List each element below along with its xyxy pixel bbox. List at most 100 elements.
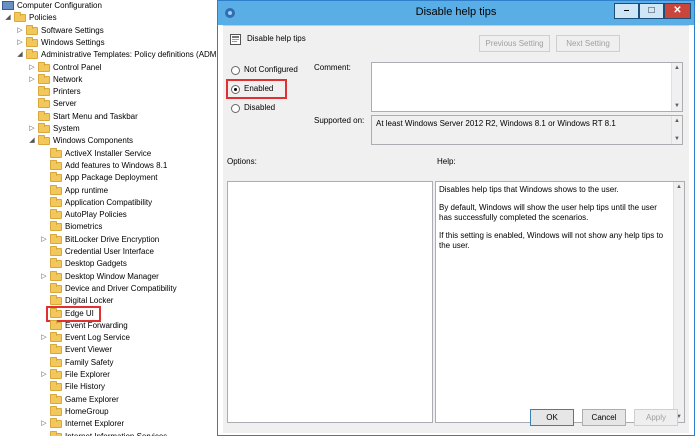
folder-icon <box>50 270 62 281</box>
comment-scrollbar[interactable]: ▲ ▼ <box>671 63 682 111</box>
tree-item-label: Windows Components <box>53 136 134 146</box>
tree-item-label: BitLocker Drive Encryption <box>65 234 160 244</box>
collapsed-arrow-icon[interactable]: ▷ <box>28 62 36 74</box>
tree-item-label: ActiveX Installer Service <box>65 148 152 158</box>
folder-icon <box>50 147 62 158</box>
options-panel <box>227 181 433 423</box>
tree-item-label: Administrative Templates: Policy definit… <box>41 50 217 60</box>
tree-item-label: Device and Driver Compatibility <box>65 283 177 293</box>
tree-item-label: Event Viewer <box>65 345 112 355</box>
apply-button[interactable]: Apply <box>634 409 678 426</box>
collapsed-arrow-icon[interactable]: ▷ <box>40 418 48 430</box>
folder-icon <box>50 159 62 170</box>
tree-item-label: AutoPlay Policies <box>65 210 127 220</box>
cancel-button[interactable]: Cancel <box>582 409 626 426</box>
folder-icon <box>50 405 62 416</box>
collapsed-arrow-icon[interactable]: ▷ <box>16 37 24 49</box>
collapsed-arrow-icon[interactable]: ▷ <box>40 332 48 344</box>
tree-item-label: Printers <box>53 87 81 97</box>
policy-setting-icon <box>230 34 241 45</box>
supported-on-box: At least Windows Server 2012 R2, Windows… <box>371 115 683 145</box>
policy-dialog: Disable help tips – □ ✕ Disable help tip… <box>217 0 695 436</box>
folder-icon <box>50 369 62 379</box>
scroll-down-icon[interactable]: ▼ <box>672 101 682 111</box>
expanded-arrow-icon[interactable]: ◢ <box>28 135 36 147</box>
tree-item-label: System <box>53 124 80 133</box>
tree-item-label: Start Menu and Taskbar <box>53 111 138 121</box>
expanded-arrow-icon[interactable]: ◢ <box>4 12 12 24</box>
tree-item-label: Family Safety <box>65 357 114 367</box>
tree-item-label: Game Explorer <box>65 394 119 404</box>
collapsed-arrow-icon[interactable]: ▷ <box>28 74 36 86</box>
help-scrollbar[interactable]: ▲ ▼ <box>673 182 684 422</box>
scroll-up-icon[interactable]: ▲ <box>672 63 682 73</box>
folder-icon <box>50 418 62 429</box>
not-configured-radio[interactable] <box>231 66 240 75</box>
folder-icon <box>50 381 62 392</box>
scroll-up-icon[interactable]: ▲ <box>672 116 682 126</box>
folder-icon <box>38 98 50 109</box>
tree-item-label: Biometrics <box>65 222 103 232</box>
tree-item-label: Desktop Window Manager <box>65 271 159 281</box>
comment-input[interactable]: ▲ ▼ <box>371 62 683 112</box>
help-text: Disables help tips that Windows shows to… <box>439 185 669 259</box>
disabled-radio[interactable] <box>231 104 240 113</box>
tree-item-label: Server <box>53 99 77 109</box>
folder-icon <box>50 295 62 306</box>
folder-icon <box>38 123 50 133</box>
tree-item-label: Network <box>53 74 83 84</box>
folder-icon <box>50 246 62 256</box>
title-bar[interactable]: Disable help tips – □ ✕ <box>218 1 694 25</box>
computer-icon <box>2 1 14 10</box>
supported-scrollbar[interactable]: ▲ ▼ <box>671 116 682 144</box>
collapsed-arrow-icon[interactable]: ▷ <box>40 369 48 381</box>
collapsed-arrow-icon[interactable]: ▷ <box>40 234 48 246</box>
ok-button[interactable]: OK <box>530 409 574 426</box>
tree-item-label: Windows Settings <box>41 37 105 47</box>
tree-item-label: File Explorer <box>65 370 110 379</box>
next-setting-button[interactable]: Next Setting <box>556 35 620 52</box>
folder-icon <box>50 356 62 367</box>
tree-item-label: Event Log Service <box>65 333 130 343</box>
tree-item-label: HomeGroup <box>65 406 109 416</box>
collapsed-arrow-icon[interactable]: ▷ <box>40 271 48 283</box>
folder-icon <box>26 49 38 60</box>
tree-item-label: File History <box>65 382 106 392</box>
tree-item-label: Application Compatibility <box>65 197 153 207</box>
previous-setting-button[interactable]: Previous Setting <box>479 35 550 52</box>
help-panel: Disables help tips that Windows shows to… <box>435 181 685 423</box>
folder-icon <box>50 221 62 232</box>
collapsed-arrow-icon[interactable]: ▷ <box>16 25 24 37</box>
minimize-button[interactable]: – <box>614 3 639 19</box>
maximize-button[interactable]: □ <box>639 3 664 19</box>
collapsed-arrow-icon[interactable]: ▷ <box>28 123 36 135</box>
scroll-up-icon[interactable]: ▲ <box>674 182 684 192</box>
folder-icon <box>26 36 38 47</box>
help-paragraph: Disables help tips that Windows shows to… <box>439 185 619 194</box>
tree-item-label: Policies <box>29 13 57 23</box>
folder-icon <box>14 12 26 23</box>
enabled-label: Enabled <box>244 84 274 93</box>
close-button[interactable]: ✕ <box>664 3 691 19</box>
help-paragraph: By default, Windows will show the user h… <box>439 203 657 222</box>
tree-item-label: App Package Deployment <box>65 173 158 183</box>
folder-icon <box>38 86 50 97</box>
folder-icon <box>50 332 62 343</box>
tree-item-label: Desktop Gadgets <box>65 259 127 269</box>
scroll-down-icon[interactable]: ▼ <box>672 134 682 144</box>
folder-icon <box>50 258 62 269</box>
folder-icon <box>38 110 50 121</box>
tree-item-label: Add features to Windows 8.1 <box>65 160 168 170</box>
folder-icon <box>38 73 50 84</box>
enabled-radio[interactable] <box>231 85 240 94</box>
help-paragraph: If this setting is enabled, Windows will… <box>439 231 664 250</box>
expanded-arrow-icon[interactable]: ◢ <box>16 49 24 61</box>
folder-icon <box>38 135 50 146</box>
folder-icon <box>50 282 62 293</box>
tree-item-label: Digital Locker <box>65 296 114 306</box>
dialog-body: Disable help tips Previous Setting Next … <box>223 25 689 433</box>
tree-item-label: Internet Information Services <box>65 431 168 436</box>
tree-item-label: Event Forwarding <box>65 320 128 330</box>
folder-icon <box>50 233 62 244</box>
folder-icon <box>50 344 62 355</box>
